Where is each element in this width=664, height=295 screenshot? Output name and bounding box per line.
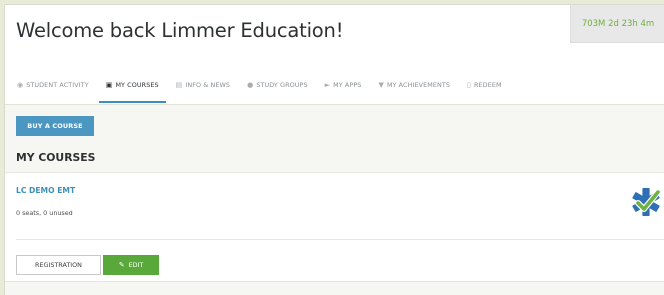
dashboard-icon: ◉: [17, 81, 24, 89]
registration-button[interactable]: REGISTRATION: [16, 255, 101, 275]
tab-bar: ◉ STUDENT ACTIVITY ▣ MY COURSES ▤ INFO &…: [17, 74, 519, 103]
tag-icon: ►: [324, 81, 331, 89]
tab-label: STUDENT ACTIVITY: [26, 81, 89, 89]
section-title: MY COURSES: [16, 151, 96, 164]
tab-my-courses[interactable]: ▣ MY COURSES: [98, 74, 166, 103]
course-name-link[interactable]: LC DEMO EMT: [16, 186, 75, 195]
tab-my-achievements[interactable]: ▼ MY ACHIEVEMENTS: [378, 74, 450, 96]
tab-label: MY APPS: [333, 81, 362, 89]
countdown-timer: 703M 2d 23h 4m: [570, 5, 664, 43]
course-card: LC DEMO EMT 0 seats, 0 unused REGISTRATI…: [5, 172, 664, 282]
star-of-life-check-icon: [632, 188, 661, 216]
tab-label: MY ACHIEVEMENTS: [386, 81, 451, 89]
newspaper-icon: ▤: [175, 81, 183, 89]
edit-button[interactable]: ✎ EDIT: [103, 255, 159, 275]
page-header: Welcome back Limmer Education! 703M 2d 2…: [5, 5, 664, 105]
edit-label: EDIT: [128, 261, 144, 269]
welcome-title: Welcome back Limmer Education!: [16, 19, 344, 42]
tab-info-news[interactable]: ▤ INFO & NEWS: [176, 74, 230, 96]
tab-label: MY COURSES: [115, 81, 159, 89]
seat-count: 0 seats, 0 unused: [16, 209, 73, 217]
tab-label: STUDY GROUPS: [256, 81, 308, 89]
tab-study-groups[interactable]: ● STUDY GROUPS: [247, 74, 308, 96]
tab-label: INFO & NEWS: [185, 81, 231, 89]
card-divider: [16, 239, 664, 240]
tab-my-apps[interactable]: ► MY APPS: [325, 74, 362, 96]
tab-redeem[interactable]: ▯ REDEEM: [467, 74, 502, 96]
pencil-icon: ✎: [118, 261, 125, 269]
tab-student-activity[interactable]: ◉ STUDENT ACTIVITY: [17, 74, 89, 96]
chat-icon: ●: [247, 81, 254, 89]
app-frame: Welcome back Limmer Education! 703M 2d 2…: [4, 4, 664, 295]
shield-icon: ▼: [378, 81, 384, 89]
briefcase-icon: ▣: [105, 81, 113, 89]
buy-a-course-button[interactable]: BUY A COURSE: [16, 116, 94, 136]
tab-label: REDEEM: [474, 81, 502, 89]
barcode-icon: ▯: [467, 81, 471, 89]
